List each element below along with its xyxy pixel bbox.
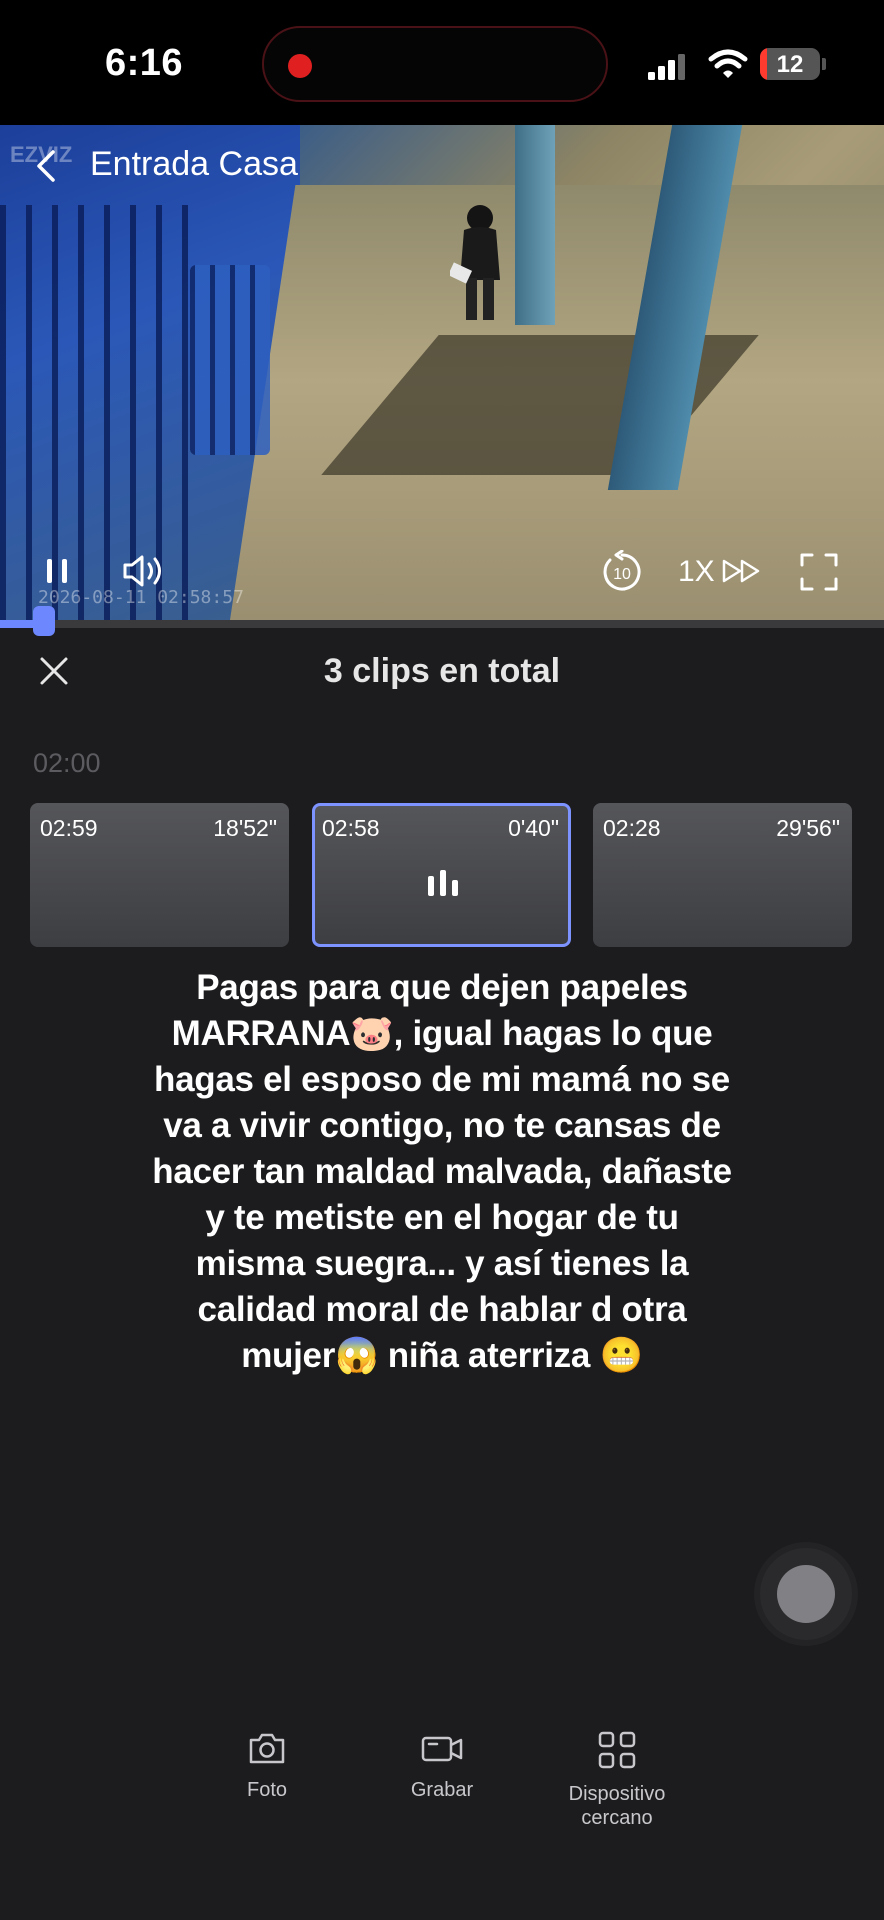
pause-icon[interactable] xyxy=(44,555,72,587)
now-playing-icon xyxy=(428,870,458,896)
clip-duration: 0'40" xyxy=(508,815,559,841)
fullscreen-icon[interactable] xyxy=(800,553,838,591)
nearby-device-button[interactable]: Dispositivo cercano xyxy=(537,1730,697,1830)
photo-label: Foto xyxy=(246,1779,288,1801)
battery-icon: 12 xyxy=(760,48,820,80)
recording-dot-icon xyxy=(288,54,312,78)
back-arrow-icon[interactable] xyxy=(34,149,58,183)
clip-card[interactable]: 02:59 18'52" xyxy=(30,803,289,947)
record-label: Grabar xyxy=(410,1779,474,1801)
status-time: 6:16 xyxy=(105,42,184,84)
assistive-touch-inner xyxy=(777,1565,835,1623)
cellular-signal-icon xyxy=(648,54,685,80)
volume-icon[interactable] xyxy=(122,553,168,589)
assistive-touch-button[interactable] xyxy=(760,1548,852,1640)
video-scene-person xyxy=(450,205,500,320)
camera-icon xyxy=(249,1733,285,1764)
clip-duration: 29'56" xyxy=(776,815,840,841)
video-player[interactable]: EZVIZ Entrada Casa 2026-08-11 02:58:57 1… xyxy=(0,125,884,620)
fast-forward-icon[interactable] xyxy=(722,559,762,583)
clip-duration: 18'52" xyxy=(213,815,277,841)
video-top-bar: EZVIZ Entrada Casa xyxy=(0,125,884,205)
dynamic-island xyxy=(262,26,608,102)
video-scene-window xyxy=(190,265,270,455)
nearby-device-label: Dispositivo cercano xyxy=(568,1783,666,1829)
playback-speed[interactable]: 1X xyxy=(678,555,715,589)
clip-card[interactable]: 02:28 29'56" xyxy=(593,803,852,947)
playback-progress-bar[interactable] xyxy=(0,606,884,636)
clip-time: 02:58 xyxy=(322,815,380,841)
time-group-label: 02:00 xyxy=(33,748,101,778)
battery-nub xyxy=(822,58,826,70)
status-bar: 6:16 12 xyxy=(0,0,884,125)
clip-card-selected[interactable]: 02:58 0'40" xyxy=(312,803,571,947)
replay-seconds: 10 xyxy=(613,566,631,583)
progress-handle[interactable] xyxy=(33,606,56,636)
clip-time: 02:59 xyxy=(40,815,98,841)
video-camera-icon xyxy=(421,1736,463,1762)
clips-title: 3 clips en total xyxy=(323,652,561,690)
battery-level: 12 xyxy=(776,51,804,78)
clip-time: 02:28 xyxy=(603,815,661,841)
replay-10-icon[interactable]: 10 xyxy=(600,550,644,594)
grid-icon xyxy=(598,1731,636,1769)
record-button[interactable]: Grabar xyxy=(362,1730,522,1802)
camera-title: Entrada Casa xyxy=(90,145,298,183)
bottom-toolbar: Foto Grabar Dispositivo cercano xyxy=(0,1730,884,1920)
overlay-caption: Pagas para que dejen papeles MARRANA🐷, i… xyxy=(152,968,732,1375)
playback-speed-label: 1X xyxy=(678,555,715,588)
video-timestamp: 2026-08-11 02:58:57 xyxy=(38,587,244,608)
photo-button[interactable]: Foto xyxy=(187,1730,347,1802)
wifi-icon xyxy=(708,49,748,78)
